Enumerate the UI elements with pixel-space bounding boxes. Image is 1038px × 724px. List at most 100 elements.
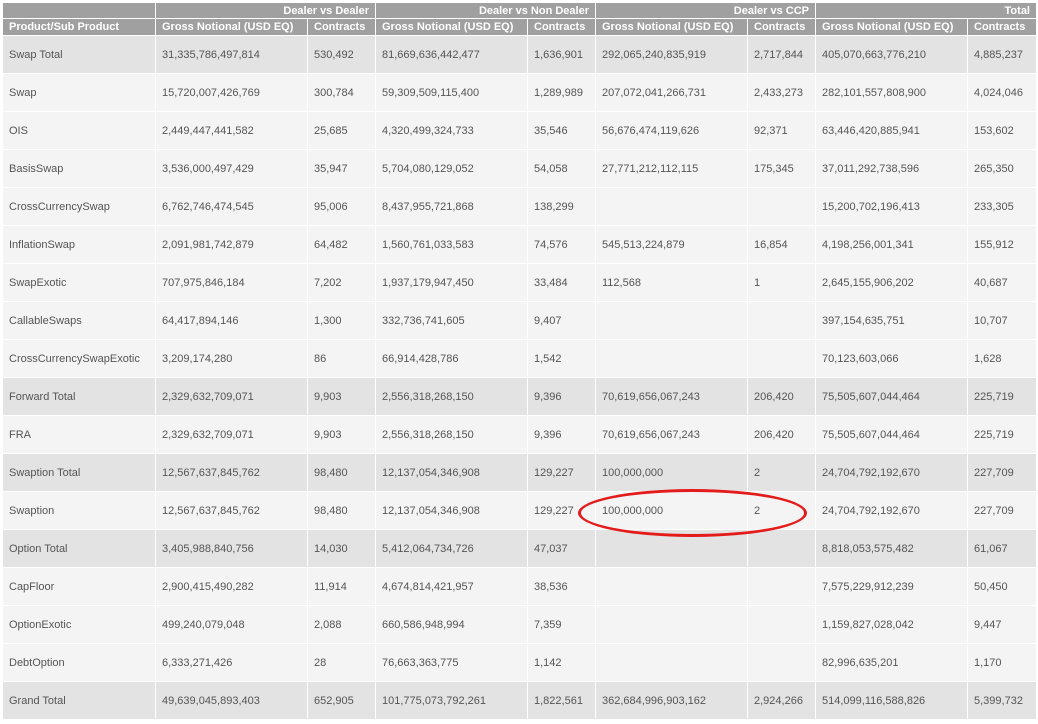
cell-dvccp-contracts: 1: [747, 263, 816, 302]
cell-dvccp-notional: 70,619,656,067,243: [595, 415, 748, 454]
notional-table: Dealer vs Dealer Dealer vs Non Dealer De…: [2, 2, 1037, 720]
cell-dvd-notional: 2,900,415,490,282: [155, 567, 308, 606]
cell-product: DebtOption: [2, 643, 156, 682]
cell-dvnd-contracts: 54,058: [527, 149, 596, 188]
cell-dvnd-notional: 660,586,948,994: [375, 605, 528, 644]
column-group-header-row: Dealer vs Dealer Dealer vs Non Dealer De…: [2, 2, 1037, 19]
column-header-dvnd-notional: Gross Notional (USD EQ): [375, 18, 528, 36]
cell-total-notional: 75,505,607,044,464: [815, 415, 968, 454]
cell-dvccp-notional: 56,676,474,119,626: [595, 111, 748, 150]
group-header-total: Total: [815, 2, 1037, 19]
cell-total-contracts: 233,305: [967, 187, 1037, 226]
cell-dvnd-notional: 12,137,054,346,908: [375, 491, 528, 530]
cell-dvnd-notional: 12,137,054,346,908: [375, 453, 528, 492]
table-row: Swap 15,720,007,426,769 300,784 59,309,509,…: [2, 73, 1037, 112]
cell-dvnd-contracts: 129,227: [527, 453, 596, 492]
cell-dvnd-notional: 1,560,761,033,583: [375, 225, 528, 264]
cell-dvccp-notional: 292,065,240,835,919: [595, 35, 748, 74]
cell-dvd-notional: 2,091,981,742,879: [155, 225, 308, 264]
cell-dvd-notional: 3,536,000,497,429: [155, 149, 308, 188]
cell-total-notional: 405,070,663,776,210: [815, 35, 968, 74]
cell-total-contracts: 4,024,046: [967, 73, 1037, 112]
cell-dvd-notional: 12,567,637,845,762: [155, 453, 308, 492]
cell-dvnd-contracts: 38,536: [527, 567, 596, 606]
cell-total-notional: 282,101,557,808,900: [815, 73, 968, 112]
cell-dvnd-contracts: 1,822,561: [527, 681, 596, 720]
cell-dvnd-notional: 2,556,318,268,150: [375, 415, 528, 454]
cell-dvd-notional: 6,333,271,426: [155, 643, 308, 682]
cell-dvnd-contracts: 129,227: [527, 491, 596, 530]
cell-dvd-contracts: 300,784: [307, 73, 376, 112]
column-header-dvd-notional: Gross Notional (USD EQ): [155, 18, 308, 36]
cell-total-notional: 514,099,116,588,826: [815, 681, 968, 720]
table-row: OIS 2,449,447,441,582 25,685 4,320,499,324,…: [2, 111, 1037, 150]
cell-dvccp-contracts: 206,420: [747, 377, 816, 416]
cell-dvnd-notional: 1,937,179,947,450: [375, 263, 528, 302]
table-row: CallableSwaps 64,417,894,146 1,300 332,736,…: [2, 301, 1037, 340]
cell-dvccp-notional: 362,684,996,903,162: [595, 681, 748, 720]
table-row: CrossCurrencySwap 6,762,746,474,545 95,006…: [2, 187, 1037, 226]
cell-dvccp-contracts: 2: [747, 491, 816, 530]
cell-dvnd-notional: 101,775,073,792,261: [375, 681, 528, 720]
cell-dvccp-contracts: [747, 605, 816, 644]
cell-dvccp-contracts: 16,854: [747, 225, 816, 264]
cell-dvd-notional: 2,449,447,441,582: [155, 111, 308, 150]
cell-total-contracts: 265,350: [967, 149, 1037, 188]
cell-product: Forward Total: [2, 377, 156, 416]
column-header-dvnd-contracts: Contracts: [527, 18, 596, 36]
cell-total-contracts: 1,628: [967, 339, 1037, 378]
cell-total-notional: 24,704,792,192,670: [815, 453, 968, 492]
cell-dvd-notional: 3,405,988,840,756: [155, 529, 308, 568]
column-header-total-contracts: Contracts: [967, 18, 1037, 36]
cell-product: Swaption Total: [2, 453, 156, 492]
cell-total-contracts: 5,399,732: [967, 681, 1037, 720]
cell-dvccp-notional: 70,619,656,067,243: [595, 377, 748, 416]
cell-total-notional: 7,575,229,912,239: [815, 567, 968, 606]
cell-dvd-contracts: 1,300: [307, 301, 376, 340]
cell-total-notional: 75,505,607,044,464: [815, 377, 968, 416]
cell-total-notional: 24,704,792,192,670: [815, 491, 968, 530]
table-row-total: Grand Total 49,639,045,893,403 652,905 101,…: [2, 681, 1037, 720]
cell-dvnd-contracts: 9,396: [527, 377, 596, 416]
table-row: OptionExotic 499,240,079,048 2,088 660,586,…: [2, 605, 1037, 644]
cell-dvnd-contracts: 35,546: [527, 111, 596, 150]
cell-dvccp-notional: 207,072,041,266,731: [595, 73, 748, 112]
cell-total-contracts: 227,709: [967, 491, 1037, 530]
cell-dvd-contracts: 530,492: [307, 35, 376, 74]
cell-dvnd-notional: 5,412,064,734,726: [375, 529, 528, 568]
cell-product: Grand Total: [2, 681, 156, 720]
cell-dvd-contracts: 64,482: [307, 225, 376, 264]
cell-dvnd-contracts: 7,359: [527, 605, 596, 644]
table-row: FRA 2,329,632,709,071 9,903 2,556,318,268,1…: [2, 415, 1037, 454]
cell-product: SwapExotic: [2, 263, 156, 302]
column-header-dvd-contracts: Contracts: [307, 18, 376, 36]
cell-total-notional: 82,996,635,201: [815, 643, 968, 682]
cell-product: Swaption: [2, 491, 156, 530]
cell-product: BasisSwap: [2, 149, 156, 188]
cell-dvd-notional: 64,417,894,146: [155, 301, 308, 340]
cell-total-contracts: 227,709: [967, 453, 1037, 492]
table-body: Swap Total 31,335,786,497,814 530,492 81,66…: [2, 35, 1037, 720]
cell-product: OIS: [2, 111, 156, 150]
cell-dvd-contracts: 25,685: [307, 111, 376, 150]
cell-total-contracts: 10,707: [967, 301, 1037, 340]
cell-dvccp-contracts: [747, 643, 816, 682]
cell-total-contracts: 40,687: [967, 263, 1037, 302]
cell-dvccp-notional: [595, 605, 748, 644]
cell-dvnd-contracts: 1,542: [527, 339, 596, 378]
cell-dvd-notional: 499,240,079,048: [155, 605, 308, 644]
cell-dvccp-notional: 545,513,224,879: [595, 225, 748, 264]
cell-product: CrossCurrencySwap: [2, 187, 156, 226]
cell-dvccp-contracts: [747, 529, 816, 568]
cell-total-notional: 63,446,420,885,941: [815, 111, 968, 150]
table-row: InflationSwap 2,091,981,742,879 64,482 1,56…: [2, 225, 1037, 264]
cell-dvnd-notional: 332,736,741,605: [375, 301, 528, 340]
cell-dvccp-notional: [595, 529, 748, 568]
cell-total-contracts: 4,885,237: [967, 35, 1037, 74]
cell-dvccp-notional: [595, 567, 748, 606]
cell-dvd-contracts: 9,903: [307, 377, 376, 416]
cell-dvccp-notional: 27,771,212,112,115: [595, 149, 748, 188]
table-row: BasisSwap 3,536,000,497,429 35,947 5,704,08…: [2, 149, 1037, 188]
cell-dvd-notional: 15,720,007,426,769: [155, 73, 308, 112]
cell-total-contracts: 1,170: [967, 643, 1037, 682]
